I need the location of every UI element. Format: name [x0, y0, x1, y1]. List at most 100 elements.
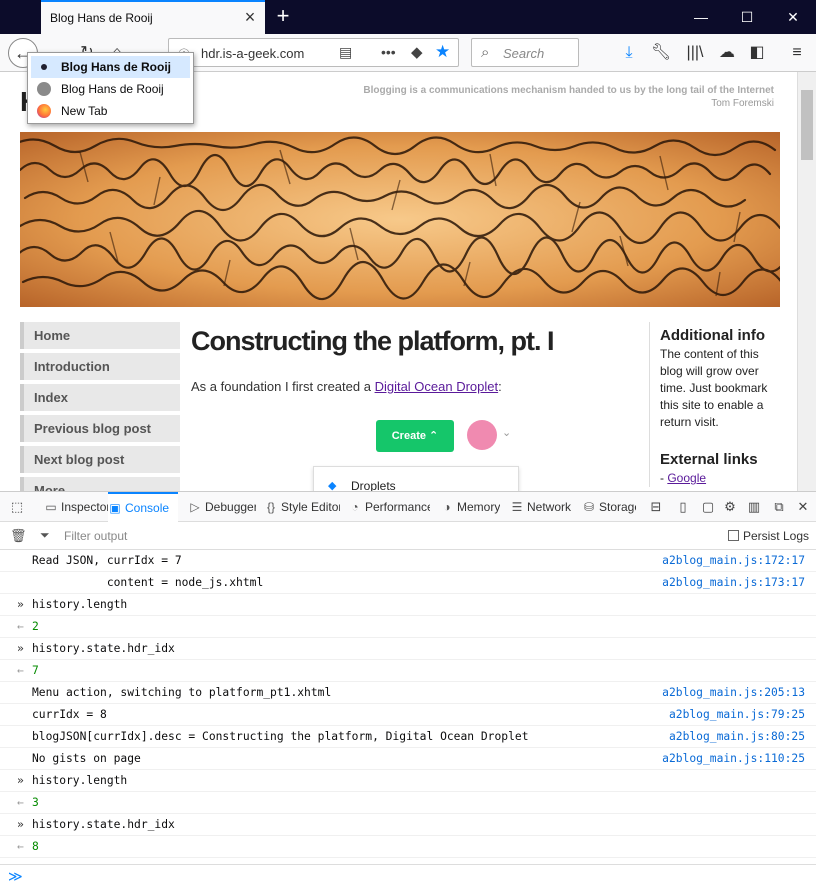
input-chevron-icon: »: [17, 642, 24, 655]
console-input[interactable]: ≫: [0, 864, 816, 890]
history-item-current[interactable]: Blog Hans de Rooij: [31, 56, 190, 78]
input-chevron-icon: »: [17, 598, 24, 611]
filter-input[interactable]: Filter output: [64, 529, 127, 543]
library-icon[interactable]: |||\: [682, 40, 708, 66]
console-message: 7: [32, 664, 39, 677]
nav-index[interactable]: Index: [20, 384, 180, 411]
tab-performance[interactable]: ◔ Performance: [348, 492, 430, 522]
tab-blog[interactable]: Blog Hans de Rooij ×: [41, 0, 265, 34]
devtools-panel: ⬚ ▭ Inspector ▣ Console ▷ Debugger {} Style …: [0, 491, 816, 890]
post-title: Constructing the platform, pt. I: [191, 326, 554, 356]
scroll-thumb[interactable]: [801, 90, 813, 160]
console-message: 3: [32, 796, 39, 809]
page-scrollbar[interactable]: [797, 72, 816, 491]
tab-style-editor[interactable]: {} Style Editor: [264, 492, 340, 522]
pocket-icon[interactable]: ◆: [411, 43, 423, 61]
console-output: Read JSON, currIdx = 7 a2blog_main.js:172…: [0, 550, 816, 864]
console-row: No gists on page a2blog_main.js:110:25: [0, 748, 816, 770]
minimize-icon[interactable]: —: [678, 0, 724, 34]
chevron-down-icon: ⌄: [502, 427, 512, 439]
send-tab-icon[interactable]: ☁: [714, 40, 740, 66]
window-close-icon[interactable]: ✕: [770, 0, 816, 34]
url-bar[interactable]: ⓘ hdr.is-a-geek.com ▤ ••• ◆ ★: [168, 38, 459, 67]
inspector-icon: ▭: [45, 500, 57, 514]
downloads-icon[interactable]: ⤓: [616, 40, 642, 66]
console-icon: ▣: [109, 501, 121, 515]
devtools-close-icon[interactable]: ✕: [795, 499, 811, 515]
aside-text: The content of this blog will grow over …: [660, 347, 768, 429]
network-icon: ☰: [511, 500, 523, 514]
dock-side-icon[interactable]: ▥: [746, 499, 762, 515]
console-message: history.state.hdr_idx: [32, 642, 175, 655]
page-actions-icon[interactable]: •••: [381, 44, 396, 60]
source-link[interactable]: a2blog_main.js:172:17: [662, 550, 805, 572]
sidebar-toggle-icon[interactable]: ◧: [744, 40, 770, 66]
new-tab-button[interactable]: +: [270, 3, 296, 29]
digital-ocean-link[interactable]: Digital Ocean Droplet: [375, 379, 499, 394]
google-link[interactable]: Google: [667, 471, 706, 485]
source-link[interactable]: a2blog_main.js:79:25: [669, 704, 805, 726]
tab-debugger[interactable]: ▷ Debugger: [188, 492, 256, 522]
console-row: » history.length: [0, 594, 816, 616]
hamburger-menu-icon[interactable]: ≡: [784, 40, 810, 66]
console-message: No gists on page: [32, 752, 141, 765]
scratchpad-icon[interactable]: ▯: [675, 499, 691, 515]
input-chevron-icon: »: [17, 818, 24, 831]
result-arrow-icon: ←: [17, 840, 24, 853]
nav-home[interactable]: Home: [20, 322, 180, 349]
trash-icon[interactable]: 🗑︎: [10, 528, 27, 544]
banner-image: [20, 132, 780, 307]
result-arrow-icon: ←: [17, 796, 24, 809]
search-placeholder: Search: [503, 46, 545, 61]
tab-console[interactable]: ▣ Console: [108, 492, 178, 522]
history-popup: Blog Hans de Rooij Blog Hans de Rooij Ne…: [27, 52, 194, 124]
settings-gear-icon[interactable]: ⚙: [722, 499, 738, 515]
console-message: currIdx = 8: [32, 708, 107, 721]
nav-previous-post[interactable]: Previous blog post: [20, 415, 180, 442]
nav-more[interactable]: More . . .: [20, 477, 180, 491]
devtools-tabs: ⬚ ▭ Inspector ▣ Console ▷ Debugger {} Style …: [0, 492, 816, 522]
style-editor-icon: {}: [266, 500, 275, 514]
aside-links-title: External links: [660, 451, 758, 468]
tab-inspector[interactable]: ▭ Inspector: [44, 492, 108, 522]
search-box[interactable]: ⌕ Search: [471, 38, 579, 67]
console-message: content = node_js.xhtml: [32, 576, 264, 589]
source-link[interactable]: a2blog_main.js:80:25: [669, 726, 805, 748]
history-item-newtab[interactable]: New Tab: [31, 100, 190, 122]
pick-element-icon[interactable]: ⬚: [9, 499, 25, 515]
bookmark-star-icon[interactable]: ★: [435, 42, 450, 62]
history-item-previous[interactable]: Blog Hans de Rooij: [31, 78, 190, 100]
screenshot-icon[interactable]: ▢: [700, 499, 716, 515]
memory-icon: ◑: [443, 500, 451, 514]
wrench-icon[interactable]: 🔧︎: [648, 40, 674, 66]
console-row: ← 7: [0, 660, 816, 682]
tab-close-icon[interactable]: ×: [241, 8, 259, 26]
maximize-icon[interactable]: ☐: [724, 0, 770, 34]
tab-memory[interactable]: ◑ Memory: [440, 492, 500, 522]
reader-view-icon[interactable]: ▤: [339, 44, 352, 61]
tab-network[interactable]: ☰ Network: [510, 492, 572, 522]
source-link[interactable]: a2blog_main.js:205:13: [662, 682, 805, 704]
console-row: » history.length: [0, 770, 816, 792]
aside-link-row: - Google: [660, 471, 707, 485]
console-row: » history.state.hdr_idx: [0, 638, 816, 660]
console-message: 8: [32, 840, 39, 853]
separate-window-icon[interactable]: ⧉: [771, 499, 787, 515]
url-text: hdr.is-a-geek.com: [201, 46, 305, 61]
console-row: Read JSON, currIdx = 7 a2blog_main.js:172…: [0, 550, 816, 572]
tagline-quote: Blogging is a communications mechanism h…: [363, 85, 774, 96]
nav-next-post[interactable]: Next blog post: [20, 446, 180, 473]
prompt-chevron-icon: ≫: [8, 869, 23, 885]
tabs-overflow-icon[interactable]: ⊟: [648, 499, 664, 515]
nav-introduction[interactable]: Introduction: [20, 353, 180, 380]
console-message: Read JSON, currIdx = 7: [32, 554, 182, 567]
persist-logs-checkbox[interactable]: Persist Logs: [727, 529, 809, 543]
input-chevron-icon: »: [17, 774, 24, 787]
source-link[interactable]: a2blog_main.js:173:17: [662, 572, 805, 594]
source-link[interactable]: a2blog_main.js:110:25: [662, 748, 805, 770]
aside-title: Additional info: [660, 327, 765, 344]
tab-storage[interactable]: ⛁Storage: [582, 492, 636, 522]
current-dot-icon: [41, 64, 47, 70]
console-message: Menu action, switching to platform_pt1.x…: [32, 686, 332, 699]
do-avatar-icon: [467, 420, 497, 450]
